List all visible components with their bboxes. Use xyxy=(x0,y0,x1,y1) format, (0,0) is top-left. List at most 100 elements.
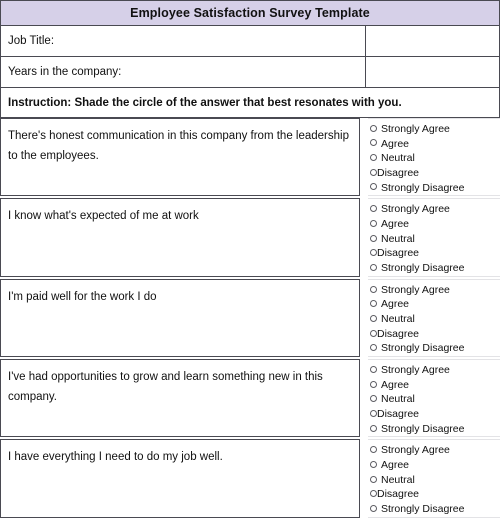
answer-option-label: Neutral xyxy=(381,473,415,486)
answer-option[interactable]: Disagree xyxy=(369,327,500,342)
question-block: I've had opportunities to grow and learn… xyxy=(0,359,500,438)
radio-circle-icon[interactable] xyxy=(370,380,377,388)
answer-scale: Strongly Agree Agree Neutral Disagree Strong… xyxy=(368,118,500,197)
answer-scale: Strongly Agree Agree Neutral Disagree Strong… xyxy=(368,278,500,358)
answer-option-label: Strongly Agree xyxy=(381,444,450,457)
answer-option[interactable]: Strongly Disagree xyxy=(369,502,500,517)
answer-option-label: Disagree xyxy=(377,488,420,501)
radio-circle-icon[interactable] xyxy=(370,424,377,432)
question-cell: I know what's expected of me at work xyxy=(0,198,360,277)
answer-option-label: Agree xyxy=(381,298,410,311)
instruction-row: Instruction: Shade the circle of the ans… xyxy=(0,88,500,118)
answer-option-label: Strongly Agree xyxy=(381,203,450,216)
answer-scale: Strongly Agree Agree Neutral Disagree Strong… xyxy=(368,439,500,518)
question-list: There's honest communication in this com… xyxy=(0,118,500,518)
radio-circle-icon[interactable] xyxy=(370,263,377,271)
answer-option-label: Neutral xyxy=(381,152,415,165)
page-title: Employee Satisfaction Survey Template xyxy=(130,6,370,20)
radio-circle-icon[interactable] xyxy=(370,409,377,417)
answer-option[interactable]: Neutral xyxy=(369,312,500,327)
answer-option-label: Strongly Disagree xyxy=(381,422,465,435)
info-row: Years in the company: xyxy=(0,57,500,88)
answer-option[interactable]: Strongly Disagree xyxy=(369,261,500,276)
radio-circle-icon[interactable] xyxy=(370,300,377,308)
answer-option[interactable]: Agree xyxy=(369,378,500,393)
radio-circle-icon[interactable] xyxy=(370,205,377,213)
radio-circle-icon[interactable] xyxy=(370,504,377,512)
info-field-label: Job Title: xyxy=(8,35,55,47)
question-block: I'm paid well for the work I do Strongly … xyxy=(0,278,500,358)
answer-option-label: Agree xyxy=(381,378,410,391)
answer-option[interactable]: Agree xyxy=(369,297,500,312)
answer-option[interactable]: Neutral xyxy=(369,232,500,247)
question-text: I have everything I need to do my job we… xyxy=(8,451,223,464)
radio-circle-icon[interactable] xyxy=(370,139,377,147)
answer-option[interactable]: Agree xyxy=(369,217,500,232)
answer-option[interactable]: Neutral xyxy=(369,151,500,166)
question-text: I've had opportunities to grow and learn… xyxy=(8,371,323,404)
answer-option[interactable]: Strongly Disagree xyxy=(369,181,500,196)
question-text: I'm paid well for the work I do xyxy=(8,290,157,303)
radio-circle-icon[interactable] xyxy=(370,475,377,483)
question-cell: I have everything I need to do my job we… xyxy=(0,439,360,518)
radio-circle-icon[interactable] xyxy=(370,234,377,242)
radio-circle-icon[interactable] xyxy=(370,395,377,403)
answer-option-label: Strongly Agree xyxy=(381,283,450,296)
radio-circle-icon[interactable] xyxy=(370,446,377,454)
answer-option-label: Strongly Agree xyxy=(381,364,450,377)
question-cell: There's honest communication in this com… xyxy=(0,118,360,197)
answer-option[interactable]: Agree xyxy=(369,137,500,152)
answer-option[interactable]: Strongly Agree xyxy=(369,283,500,298)
question-cell: I've had opportunities to grow and learn… xyxy=(0,359,360,438)
radio-circle-icon[interactable] xyxy=(370,314,377,322)
radio-circle-icon[interactable] xyxy=(370,219,377,227)
answer-option[interactable]: Strongly Agree xyxy=(369,202,500,217)
answer-option[interactable]: Disagree xyxy=(369,407,500,422)
radio-circle-icon[interactable] xyxy=(370,329,377,337)
answer-option[interactable]: Disagree xyxy=(369,487,500,502)
question-cell: I'm paid well for the work I do xyxy=(0,278,360,358)
radio-circle-icon[interactable] xyxy=(370,183,377,191)
answer-option-label: Agree xyxy=(381,459,410,472)
answer-option[interactable]: Strongly Agree xyxy=(369,122,500,137)
answer-option-label: Agree xyxy=(381,218,410,231)
radio-circle-icon[interactable] xyxy=(370,344,377,352)
radio-circle-icon[interactable] xyxy=(370,285,377,293)
info-value-field[interactable] xyxy=(366,57,499,87)
answer-option-label: Strongly Disagree xyxy=(381,262,465,275)
answer-option-label: Strongly Agree xyxy=(381,123,450,135)
question-block: I have everything I need to do my job we… xyxy=(0,439,500,518)
answer-option[interactable]: Strongly Disagree xyxy=(369,422,500,437)
radio-circle-icon[interactable] xyxy=(370,460,377,468)
radio-circle-icon[interactable] xyxy=(370,249,377,257)
info-field-label: Years in the company: xyxy=(8,66,122,78)
info-row: Job Title: xyxy=(0,26,500,57)
info-label-cell: Job Title: xyxy=(1,26,366,56)
answer-option-label: Neutral xyxy=(381,313,415,326)
employee-satisfaction-survey-sheet: Employee Satisfaction Survey Template Jo… xyxy=(0,0,500,518)
answer-option-label: Strongly Disagree xyxy=(381,181,465,194)
instruction-text: Instruction: Shade the circle of the ans… xyxy=(8,96,402,109)
answer-option-label: Neutral xyxy=(381,232,415,245)
question-text: I know what's expected of me at work xyxy=(8,210,199,223)
respondent-info-section: Job Title: Years in the company: xyxy=(0,26,500,88)
answer-option[interactable]: Neutral xyxy=(369,473,500,488)
answer-option-label: Agree xyxy=(381,137,410,150)
answer-option-label: Disagree xyxy=(377,167,420,180)
answer-scale: Strongly Agree Agree Neutral Disagree Strong… xyxy=(368,359,500,438)
answer-option[interactable]: Strongly Disagree xyxy=(369,341,500,356)
radio-circle-icon[interactable] xyxy=(370,365,377,373)
answer-option[interactable]: Disagree xyxy=(369,246,500,261)
radio-circle-icon[interactable] xyxy=(370,490,377,498)
radio-circle-icon[interactable] xyxy=(370,154,377,162)
radio-circle-icon[interactable] xyxy=(370,124,377,132)
radio-circle-icon[interactable] xyxy=(370,168,377,176)
answer-option[interactable]: Neutral xyxy=(369,392,500,407)
question-block: There's honest communication in this com… xyxy=(0,118,500,197)
info-value-field[interactable] xyxy=(366,26,499,56)
answer-option[interactable]: Strongly Agree xyxy=(369,363,500,378)
question-block: I know what's expected of me at work Stro… xyxy=(0,198,500,277)
answer-option[interactable]: Agree xyxy=(369,458,500,473)
answer-option[interactable]: Strongly Agree xyxy=(369,443,500,458)
answer-option[interactable]: Disagree xyxy=(369,166,500,181)
